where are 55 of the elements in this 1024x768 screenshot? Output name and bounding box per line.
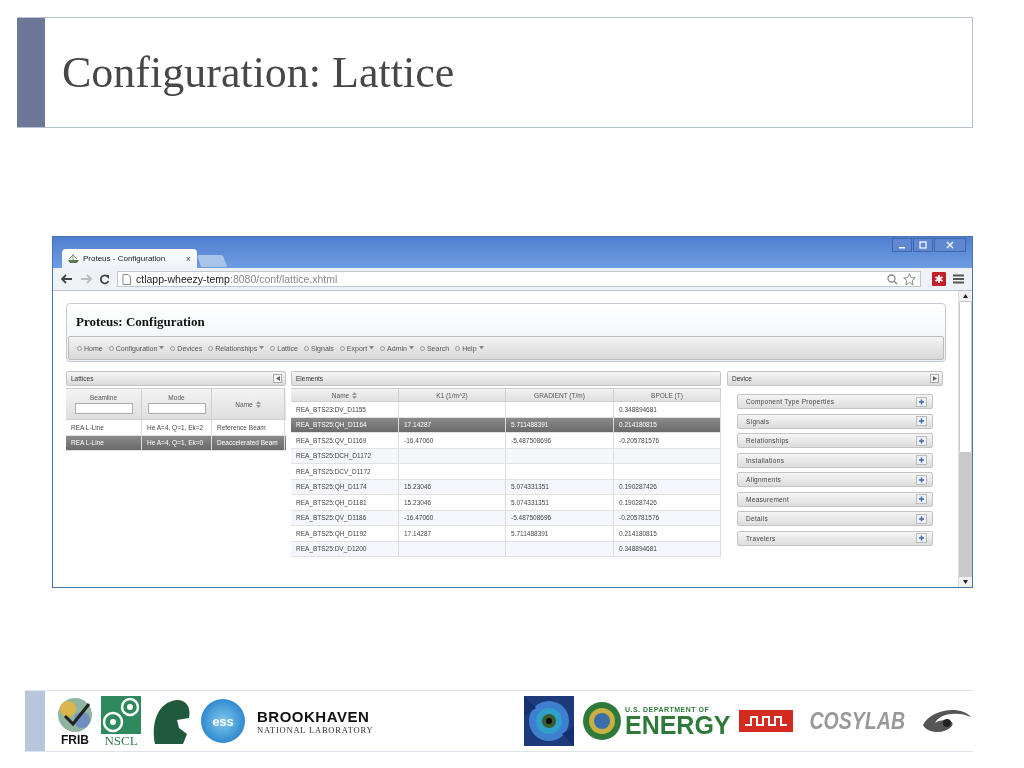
seal-icon [581, 701, 622, 741]
close-icon[interactable]: × [185, 253, 191, 264]
pulse-logo [738, 710, 793, 732]
logo-subtext: NATIONAL LABORATORY [257, 724, 374, 735]
caret-icon [408, 346, 414, 350]
minimize-button[interactable] [892, 238, 912, 252]
ship-icon [68, 254, 79, 263]
menu-icon[interactable] [953, 274, 964, 284]
caret-icon [259, 346, 265, 350]
caret-icon [275, 376, 280, 381]
circle-icon [77, 345, 82, 351]
circle-icon [339, 345, 345, 351]
slide-title: Configuration: Lattice [62, 47, 455, 98]
circle-icon [419, 345, 425, 351]
circle-icon [270, 345, 276, 351]
filter-field[interactable] [147, 403, 206, 414]
logo-text: FRIB [61, 734, 89, 746]
maximize-icon [919, 241, 927, 249]
back-icon[interactable] [61, 274, 73, 284]
caret-icon [369, 346, 375, 350]
accent-bar [25, 691, 45, 751]
circle-icon [170, 345, 176, 351]
close-button[interactable] [934, 238, 966, 252]
logo-subtext: ENERGY [624, 712, 731, 737]
sort-icon [255, 400, 261, 408]
close-icon [946, 241, 954, 249]
swirl-icon [101, 695, 141, 734]
filter-field[interactable] [74, 403, 133, 414]
circle-icon [380, 345, 386, 351]
sort-icon [352, 391, 358, 399]
circle-icon [208, 345, 214, 351]
circle-icon [108, 345, 114, 351]
app-title: Proteus: Configuration [75, 313, 206, 331]
circle-icon [303, 345, 309, 351]
globe-icon [55, 696, 95, 734]
logo-text: BROOKHAVEN [257, 707, 371, 725]
circle-icon [455, 345, 461, 351]
search-icon[interactable] [887, 273, 898, 285]
caret-icon [478, 346, 484, 350]
caret-icon [159, 346, 165, 350]
address-field[interactable]: ctlapp-wheezy-temp:8080/conf/lattice.xhtml [117, 271, 921, 287]
caret-icon [932, 376, 937, 381]
maximize-button[interactable] [913, 238, 933, 252]
scrollbar[interactable] [958, 291, 972, 587]
collapse-button[interactable] [273, 374, 282, 383]
extension-icon[interactable] [932, 272, 946, 286]
expand-button[interactable] [930, 374, 939, 383]
new-tab-button[interactable] [196, 255, 228, 267]
browser-tab[interactable]: Proteus - Configuration × [62, 249, 197, 268]
logo-text: NSCL [104, 733, 138, 747]
page-icon [122, 273, 131, 285]
reload-icon[interactable] [99, 273, 110, 285]
cosylab-logo: COSYLAB [809, 707, 905, 735]
star-icon[interactable] [903, 272, 916, 286]
logo-text: ess [212, 713, 234, 729]
